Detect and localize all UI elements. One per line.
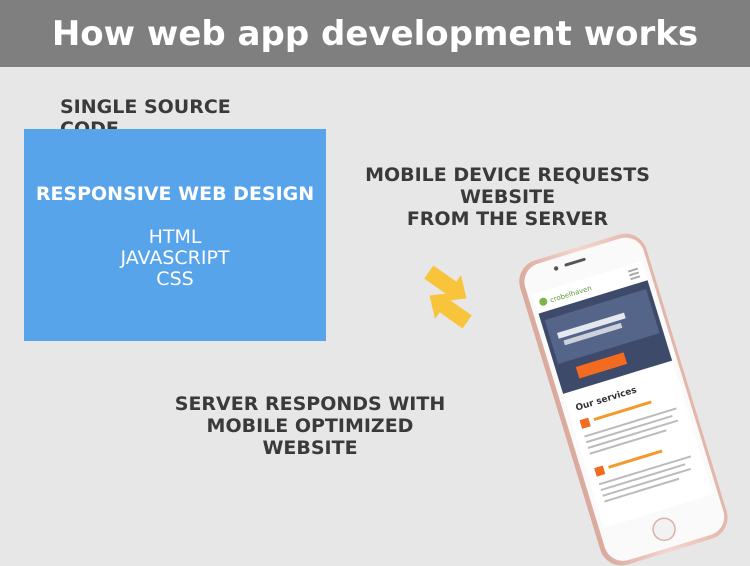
request-label: MOBILE DEVICE REQUESTS WEBSITE FROM THE … [345, 164, 670, 230]
request-line-3: FROM THE SERVER [406, 208, 609, 230]
tech-javascript: JAVASCRIPT [120, 247, 230, 269]
request-line-2: WEBSITE [459, 186, 556, 208]
tech-css: CSS [156, 268, 194, 290]
tech-html: HTML [148, 226, 202, 248]
smartphone: crobelhaven Our services [519, 233, 728, 566]
response-line-3: WEBSITE [262, 437, 358, 459]
responsive-design-box: RESPONSIVE WEB DESIGN HTML JAVASCRIPT CS… [24, 129, 326, 341]
page-title: How web app development works [51, 13, 699, 54]
response-line-2: MOBILE OPTIMIZED [206, 415, 414, 437]
exchange-arrows [424, 265, 472, 329]
response-label: SERVER RESPONDS WITH MOBILE OPTIMIZED WE… [160, 393, 460, 459]
request-line-1: MOBILE DEVICE REQUESTS [365, 164, 650, 186]
technology-list: HTML JAVASCRIPT CSS [24, 227, 326, 290]
response-line-1: SERVER RESPONDS WITH [174, 393, 446, 415]
page-header: How web app development works [0, 0, 750, 67]
box-title: RESPONSIVE WEB DESIGN [35, 183, 315, 205]
